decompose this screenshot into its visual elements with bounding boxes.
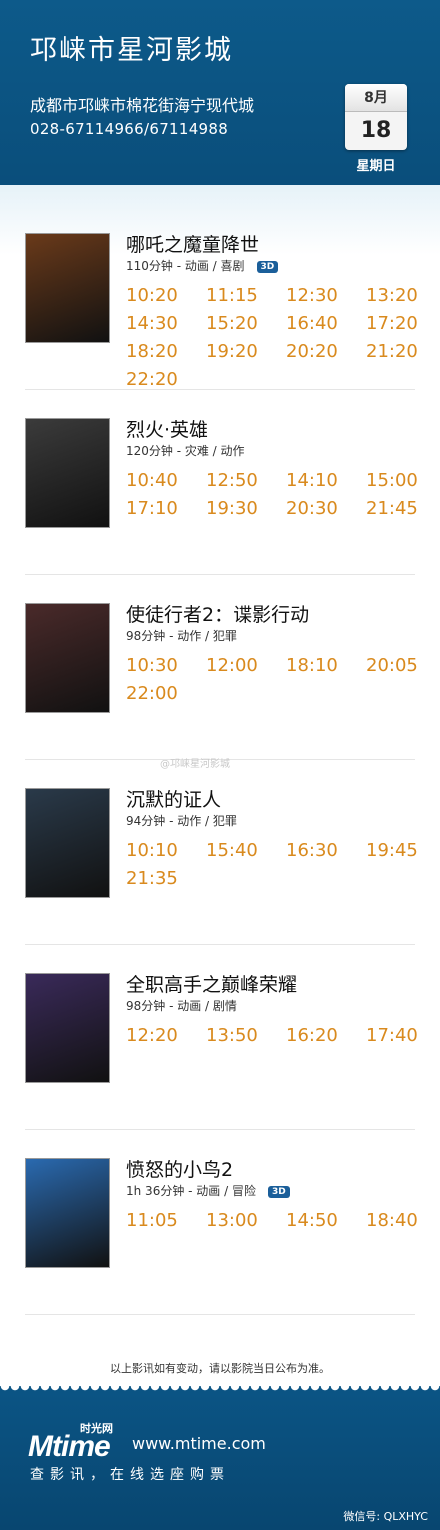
movie-meta-text: 1h 36分钟 - 动画 / 冒险: [126, 1184, 256, 1198]
movie-item[interactable]: 全职高手之巅峰荣耀 98分钟 - 动画 / 剧情 12:20 13:50 16:20 17…: [0, 945, 440, 1130]
showtime[interactable]: 22:00: [126, 683, 206, 704]
calendar-day: 18: [360, 118, 392, 143]
showtime[interactable]: 21:45: [366, 498, 440, 519]
format-3d-badge: 3D: [256, 260, 279, 273]
showtime[interactable]: 10:30: [126, 655, 206, 676]
showtime[interactable]: 11:05: [126, 1210, 206, 1231]
showtime[interactable]: 15:20: [206, 313, 286, 334]
showtime[interactable]: 20:05: [366, 655, 440, 676]
showtime[interactable]: 17:20: [366, 313, 440, 334]
movie-title[interactable]: 哪吒之魔童降世: [126, 230, 259, 257]
cinema-address: 成都市邛崃市棉花街海宁现代城: [30, 96, 255, 115]
cinema-phone: 028-67114966/67114988: [30, 120, 229, 138]
schedule-notice: 以上影讯如有变动，请以影院当日公布为准。: [110, 1362, 330, 1375]
showtime[interactable]: 19:45: [366, 840, 440, 861]
showtime[interactable]: 10:40: [126, 470, 206, 491]
showtime[interactable]: 16:40: [286, 313, 366, 334]
showtime[interactable]: 13:20: [366, 285, 440, 306]
movie-title[interactable]: 沉默的证人: [126, 785, 221, 812]
movie-item[interactable]: 烈火·英雄 120分钟 - 灾难 / 动作 10:40 12:50 14:10 15:00…: [0, 390, 440, 575]
movie-meta: 1h 36分钟 - 动画 / 冒险 3D: [126, 1182, 290, 1199]
showtime[interactable]: 21:20: [366, 341, 440, 362]
watermark-text: @邛崃星河影城: [160, 759, 230, 770]
movie-poster[interactable]: [25, 233, 110, 343]
showtime[interactable]: 17:40: [366, 1025, 440, 1046]
movie-divider: [25, 1314, 415, 1315]
movie-item[interactable]: 愤怒的小鸟2 1h 36分钟 - 动画 / 冒险 3D 11:05 13:00 14:50…: [0, 1130, 440, 1315]
movie-poster[interactable]: [25, 418, 110, 528]
movie-title[interactable]: 使徒行者2：谍影行动: [126, 600, 309, 627]
movie-meta-text: 98分钟 - 动画 / 剧情: [126, 999, 237, 1013]
wechat-id: 微信号: QLXHYC: [343, 1510, 428, 1523]
movie-meta: 110分钟 - 动画 / 喜剧 3D: [126, 257, 279, 274]
movie-title[interactable]: 烈火·英雄: [126, 415, 208, 442]
showtime[interactable]: 19:30: [206, 498, 286, 519]
movie-title[interactable]: 全职高手之巅峰荣耀: [126, 970, 297, 997]
movie-item[interactable]: 沉默的证人 94分钟 - 动作 / 犯罪 10:10 15:40 16:30 19:45 2…: [0, 760, 440, 945]
showtime[interactable]: 19:20: [206, 341, 286, 362]
movie-item[interactable]: 哪吒之魔童降世 110分钟 - 动画 / 喜剧 3D 10:20 11:15 12:30 1…: [0, 205, 440, 390]
movie-item[interactable]: 使徒行者2：谍影行动 98分钟 - 动作 / 犯罪 10:30 12:00 18:10 2…: [0, 575, 440, 760]
showtime[interactable]: 14:30: [126, 313, 206, 334]
footer-slogan: 查影讯，在线选座购票: [30, 1467, 230, 1483]
movie-poster[interactable]: [25, 788, 110, 898]
showtime[interactable]: 12:00: [206, 655, 286, 676]
cinema-name: 邛崃市星河影城: [30, 35, 233, 66]
movie-poster[interactable]: [25, 973, 110, 1083]
movie-meta-text: 98分钟 - 动作 / 犯罪: [126, 629, 237, 643]
mtime-url-link[interactable]: www.mtime.com: [132, 1434, 266, 1453]
movie-meta: 94分钟 - 动作 / 犯罪: [126, 812, 237, 829]
movie-meta-text: 120分钟 - 灾难 / 动作: [126, 444, 245, 458]
showtime[interactable]: 20:30: [286, 498, 366, 519]
showtime[interactable]: 11:15: [206, 285, 286, 306]
showtime[interactable]: 20:20: [286, 341, 366, 362]
showtime[interactable]: 15:40: [206, 840, 286, 861]
movie-meta: 98分钟 - 动画 / 剧情: [126, 997, 237, 1014]
movie-poster[interactable]: [25, 603, 110, 713]
calendar-weekday: 星期日: [356, 159, 396, 174]
showtime[interactable]: 13:50: [206, 1025, 286, 1046]
movie-meta-text: 110分钟 - 动画 / 喜剧: [126, 259, 245, 273]
movie-meta: 120分钟 - 灾难 / 动作: [126, 442, 245, 459]
header-banner: 邛崃市星河影城 成都市邛崃市棉花街海宁现代城 028-67114966/6711…: [0, 0, 440, 185]
showtime[interactable]: 18:10: [286, 655, 366, 676]
movie-meta-text: 94分钟 - 动作 / 犯罪: [126, 814, 237, 828]
movie-title[interactable]: 愤怒的小鸟2: [126, 1155, 233, 1182]
showtime[interactable]: 18:40: [366, 1210, 440, 1231]
movie-meta: 98分钟 - 动作 / 犯罪: [126, 627, 237, 644]
showtime[interactable]: 15:00: [366, 470, 440, 491]
format-3d-badge: 3D: [267, 1185, 290, 1198]
mtime-logo-cn: 时光网: [80, 1422, 113, 1435]
showtime[interactable]: 22:20: [126, 369, 206, 390]
showtime[interactable]: 13:00: [206, 1210, 286, 1231]
showtime[interactable]: 21:35: [126, 868, 206, 889]
showtime[interactable]: 10:20: [126, 285, 206, 306]
showtime[interactable]: 16:30: [286, 840, 366, 861]
showtime[interactable]: 18:20: [126, 341, 206, 362]
showtime[interactable]: 12:20: [126, 1025, 206, 1046]
showtime[interactable]: 14:10: [286, 470, 366, 491]
showtime[interactable]: 16:20: [286, 1025, 366, 1046]
footer-banner: Mtime 时光网 www.mtime.com 查影讯，在线选座购票 微信号: …: [0, 1392, 440, 1530]
showtime[interactable]: 10:10: [126, 840, 206, 861]
showtime[interactable]: 17:10: [126, 498, 206, 519]
calendar-month: 8月: [345, 84, 407, 112]
showtime[interactable]: 14:50: [286, 1210, 366, 1231]
showtime[interactable]: 12:50: [206, 470, 286, 491]
showtime[interactable]: 12:30: [286, 285, 366, 306]
calendar-icon: 8月 18: [345, 84, 407, 150]
movie-poster[interactable]: [25, 1158, 110, 1268]
